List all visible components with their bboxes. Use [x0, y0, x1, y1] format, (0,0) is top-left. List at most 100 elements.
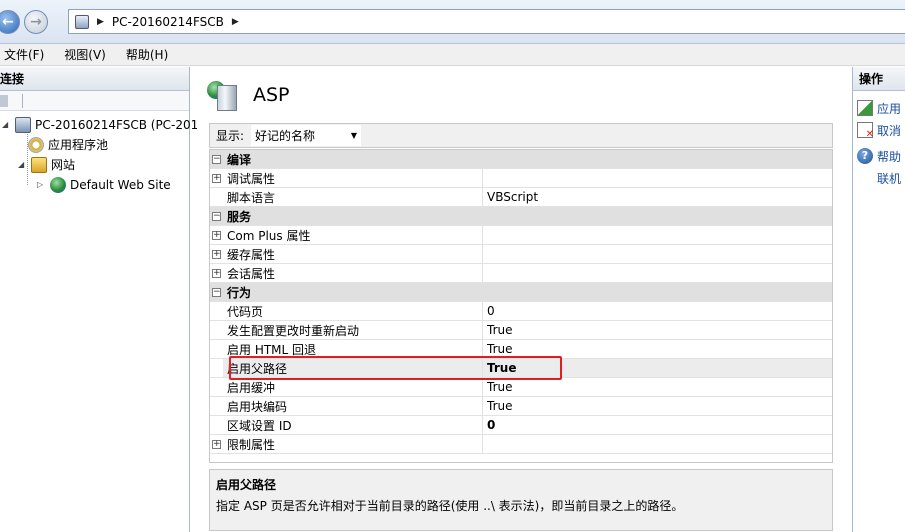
property-name: 会话属性	[223, 264, 483, 282]
cancel-action[interactable]: 取消	[853, 119, 905, 141]
page-title: ASP	[253, 84, 290, 106]
display-select[interactable]: 好记的名称 ▼	[250, 124, 363, 147]
connections-toolbar	[0, 91, 189, 111]
address-bar[interactable]: ▶ PC-20160214FSCB ▶	[68, 9, 905, 34]
cancel-icon	[857, 122, 874, 140]
property-name: 启用父路径	[223, 359, 483, 377]
tree-node-app-pools[interactable]: 应用程序池	[28, 135, 108, 154]
property-grid: − 编译 + 调试属性 脚本语言 VBScript − 服务 + Com Plu…	[209, 149, 833, 463]
tree-node-server[interactable]: ◢ PC-20160214FSCB (PC-201	[2, 115, 198, 134]
help-action[interactable]: ? 帮助	[853, 145, 905, 167]
category-row[interactable]: − 编译	[210, 150, 832, 169]
expand-icon[interactable]: +	[212, 230, 221, 240]
property-row[interactable]: 脚本语言 VBScript	[210, 188, 832, 207]
app-pool-icon	[28, 136, 44, 153]
action-label: 取消	[877, 123, 902, 138]
actions-title: 操作	[859, 72, 884, 86]
property-row[interactable]: 区域设置 ID 0	[210, 416, 832, 435]
property-value[interactable]: True	[483, 340, 832, 358]
sites-folder-icon	[31, 156, 47, 173]
category-label: 编译	[227, 152, 252, 167]
property-row[interactable]: + 缓存属性	[210, 245, 832, 264]
property-name: 代码页	[223, 302, 483, 320]
property-value[interactable]: True	[483, 397, 832, 415]
connect-icon[interactable]	[0, 94, 8, 107]
actions-header: 操作	[853, 67, 905, 91]
expand-icon[interactable]: ▷	[37, 180, 46, 189]
property-name: 缓存属性	[223, 245, 483, 263]
collapse-icon[interactable]: ◢	[2, 120, 11, 129]
action-label: 联机	[877, 171, 902, 186]
property-value[interactable]	[483, 169, 832, 187]
connections-tree: ◢ PC-20160214FSCB (PC-201 应用程序池 ◢ 网站 ▷ D…	[0, 111, 198, 511]
feature-header: ASP	[207, 79, 290, 111]
connections-title: 连接	[0, 72, 25, 86]
collapse-icon[interactable]: −	[212, 287, 221, 297]
menu-help[interactable]: 帮助(H)	[126, 46, 168, 63]
description-text: 指定 ASP 页是否允许相对于当前目录的路径(使用 ..\ 表示法)，即当前目录…	[216, 499, 684, 513]
collapse-icon[interactable]: ◢	[18, 160, 27, 169]
collapse-icon[interactable]: −	[212, 211, 221, 221]
chevron-down-icon: ▼	[350, 131, 358, 140]
property-row[interactable]: 发生配置更改时重新启动 True	[210, 321, 832, 340]
property-value[interactable]: 0	[483, 416, 832, 434]
menu-view[interactable]: 视图(V)	[64, 46, 106, 63]
expand-icon[interactable]: +	[212, 439, 221, 449]
property-row[interactable]: + 调试属性	[210, 169, 832, 188]
address-path[interactable]: PC-20160214FSCB	[112, 15, 224, 29]
category-row[interactable]: − 行为	[210, 283, 832, 302]
category-row[interactable]: − 服务	[210, 207, 832, 226]
menu-bar: 文件(F) 视图(V) 帮助(H)	[0, 44, 905, 66]
property-value[interactable]: VBScript	[483, 188, 832, 206]
collapse-icon[interactable]: −	[212, 154, 221, 164]
property-row[interactable]: 启用 HTML 回退 True	[210, 340, 832, 359]
display-toolbar: 显示: 好记的名称 ▼	[209, 123, 833, 148]
category-label: 服务	[227, 209, 252, 224]
property-row[interactable]: 代码页 0	[210, 302, 832, 321]
online-help-action[interactable]: 联机	[853, 167, 905, 189]
property-name: Com Plus 属性	[223, 226, 483, 244]
tree-node-label: Default Web Site	[70, 177, 171, 192]
property-value[interactable]	[483, 245, 832, 263]
arrow-left-icon: ←	[2, 14, 14, 30]
server-icon	[75, 14, 89, 29]
property-row[interactable]: + 会话属性	[210, 264, 832, 283]
property-value[interactable]	[483, 226, 832, 244]
property-row[interactable]: 启用块编码 True	[210, 397, 832, 416]
expand-icon[interactable]: +	[212, 249, 221, 259]
tree-node-label: 网站	[51, 158, 76, 172]
expand-icon[interactable]: +	[212, 173, 221, 183]
property-name: 区域设置 ID	[223, 416, 483, 434]
tree-node-default-web-site[interactable]: ▷ Default Web Site	[37, 175, 171, 194]
property-row[interactable]: + 限制属性	[210, 435, 832, 454]
property-name: 限制属性	[223, 435, 483, 453]
property-name: 启用块编码	[223, 397, 483, 415]
description-panel: 启用父路径 指定 ASP 页是否允许相对于当前目录的路径(使用 ..\ 表示法)…	[209, 469, 833, 531]
breadcrumb-chevron-icon[interactable]: ▶	[232, 17, 239, 27]
action-label: 应用	[877, 101, 902, 116]
apply-action[interactable]: 应用	[853, 97, 905, 119]
property-value[interactable]	[483, 435, 832, 453]
property-value[interactable]: True	[483, 321, 832, 339]
category-label: 行为	[227, 285, 252, 300]
property-row[interactable]: 启用缓冲 True	[210, 378, 832, 397]
back-button[interactable]: ←	[0, 10, 20, 34]
property-row[interactable]: + Com Plus 属性	[210, 226, 832, 245]
expand-icon[interactable]: +	[212, 268, 221, 278]
property-value[interactable]: True	[483, 359, 832, 377]
display-select-value: 好记的名称	[255, 129, 316, 143]
action-label: 帮助	[877, 149, 902, 164]
property-name: 脚本语言	[223, 188, 483, 206]
property-value[interactable]: 0	[483, 302, 832, 320]
actions-pane: 操作 应用 取消 ? 帮助 联机	[852, 67, 905, 532]
property-name: 调试属性	[223, 169, 483, 187]
tree-node-sites[interactable]: ◢ 网站	[18, 155, 75, 174]
menu-file[interactable]: 文件(F)	[4, 46, 44, 63]
property-row-selected[interactable]: 启用父路径 True	[210, 359, 832, 378]
property-name: 启用缓冲	[223, 378, 483, 396]
property-value[interactable]	[483, 264, 832, 282]
display-label: 显示:	[216, 129, 245, 143]
forward-button[interactable]: →	[24, 10, 48, 34]
property-value[interactable]: True	[483, 378, 832, 396]
toolbar-separator	[22, 93, 23, 108]
